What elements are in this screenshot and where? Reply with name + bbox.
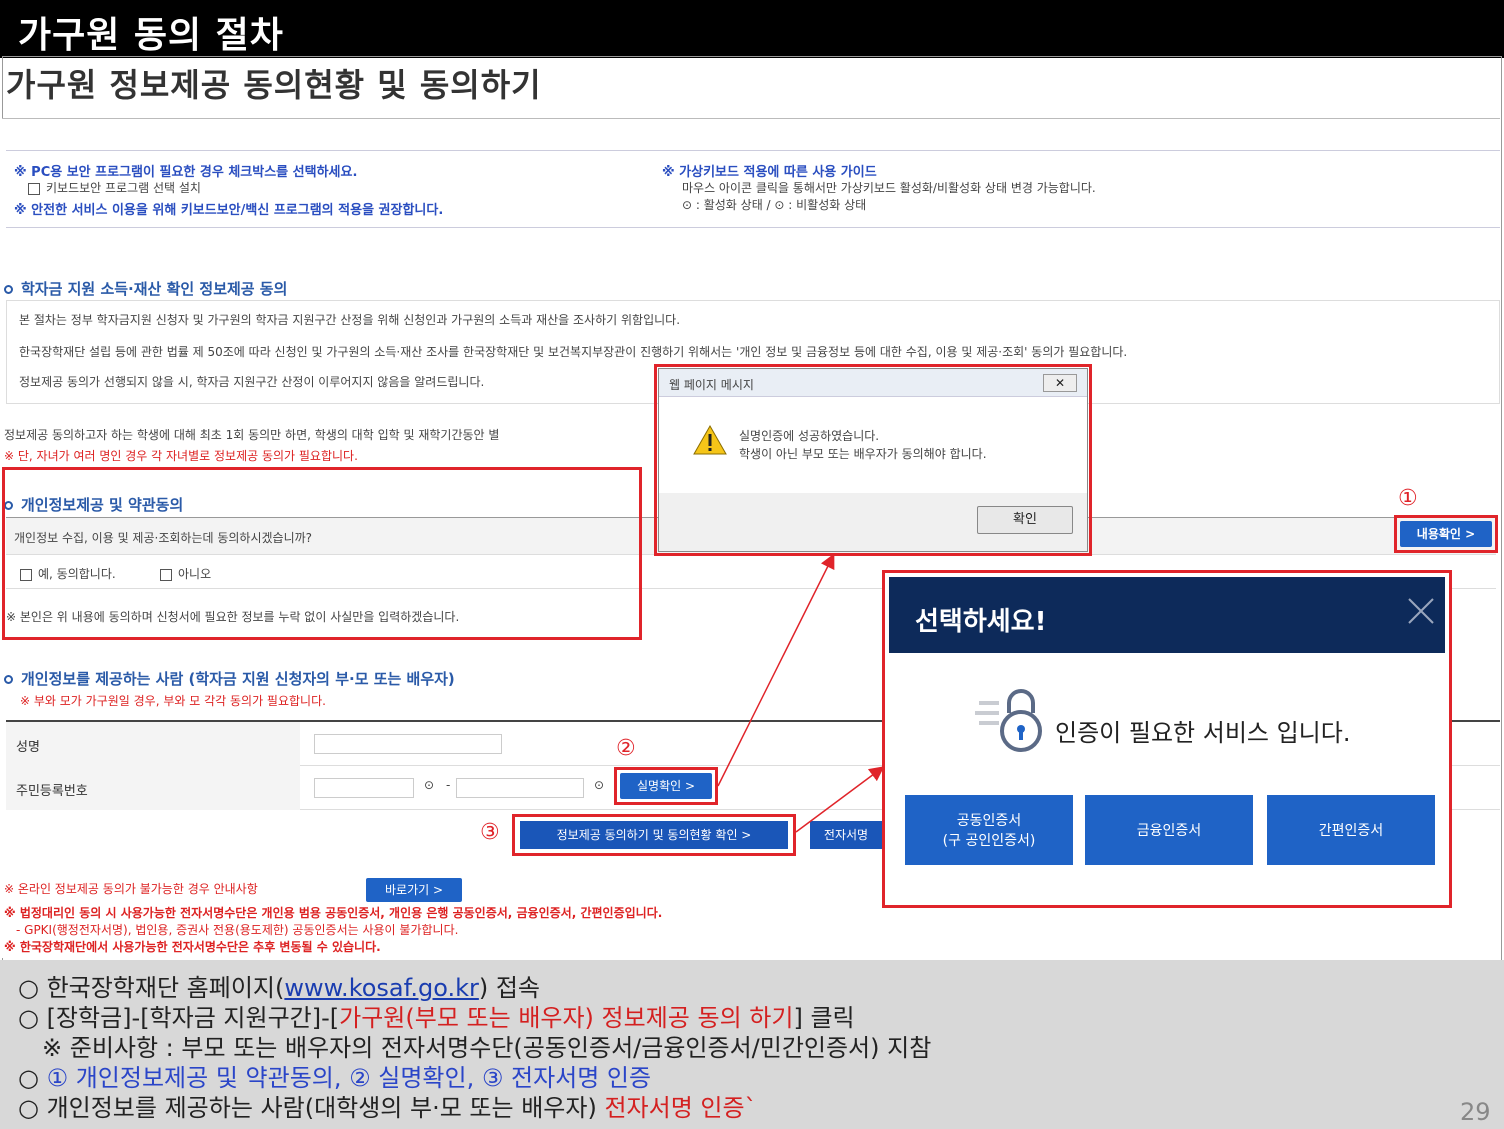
close-icon[interactable]: ✕: [1043, 374, 1077, 392]
financial-certificate-button[interactable]: 금융인증서: [1085, 795, 1253, 865]
dialog-body: 실명인증에 성공하였습니다. 학생이 아닌 부모 또는 배우자가 동의해야 합니…: [659, 397, 1087, 493]
simple-certificate-button[interactable]: 간편인증서: [1267, 795, 1435, 865]
page-number: 29: [1460, 1098, 1491, 1126]
lock-icon: [975, 689, 1042, 752]
instruction-5-highlight: 전자서명 인증`: [604, 1094, 757, 1122]
arrow-submit-to-auth: [795, 766, 885, 833]
dialog-footer: 확인: [659, 493, 1087, 551]
auth-message: 인증이 필요한 서비스 입니다.: [1055, 719, 1351, 747]
joint-certificate-sublabel: (구 공인인증서): [942, 833, 1036, 849]
dialog-titlebar: 웹 페이지 메시지 ✕: [659, 369, 1087, 397]
joint-certificate-label: 공동인증서: [956, 813, 1022, 829]
joint-certificate-button[interactable]: 공동인증서 (구 공인인증서): [905, 795, 1073, 865]
auth-modal-header: 선택하세요!: [889, 577, 1445, 653]
close-icon[interactable]: [1401, 591, 1441, 631]
instruction-notes: ○ 한국장학재단 홈페이지(www.kosaf.go.kr) 접속 ○ [장학금…: [0, 960, 1504, 1129]
warning-icon: [693, 425, 727, 455]
web-page-message-dialog: 웹 페이지 메시지 ✕ 실명인증에 성공하였습니다. 학생이 아닌 부모 또는 …: [658, 368, 1088, 552]
dialog-line-1: 실명인증에 성공하였습니다.: [739, 429, 880, 443]
dialog-title: 웹 페이지 메시지: [669, 378, 754, 392]
instruction-line-5: ○ 개인정보를 제공하는 사람(대학생의 부·모 또는 배우자) 전자서명 인증…: [18, 1088, 757, 1123]
auth-select-modal: 선택하세요! 인증이 필요한 서비스 입니다. 공동인증서 (구 공인인증서) …: [882, 570, 1452, 908]
dialog-ok-button[interactable]: 확인: [977, 506, 1073, 534]
dialog-line-2: 학생이 아닌 부모 또는 배우자가 동의해야 합니다.: [739, 447, 987, 461]
auth-modal-title: 선택하세요!: [915, 607, 1047, 637]
instruction-5-prefix: ○ 개인정보를 제공하는 사람(대학생의 부·모 또는 배우자): [18, 1094, 605, 1122]
arrow-verify-to-dialog: [717, 553, 835, 787]
